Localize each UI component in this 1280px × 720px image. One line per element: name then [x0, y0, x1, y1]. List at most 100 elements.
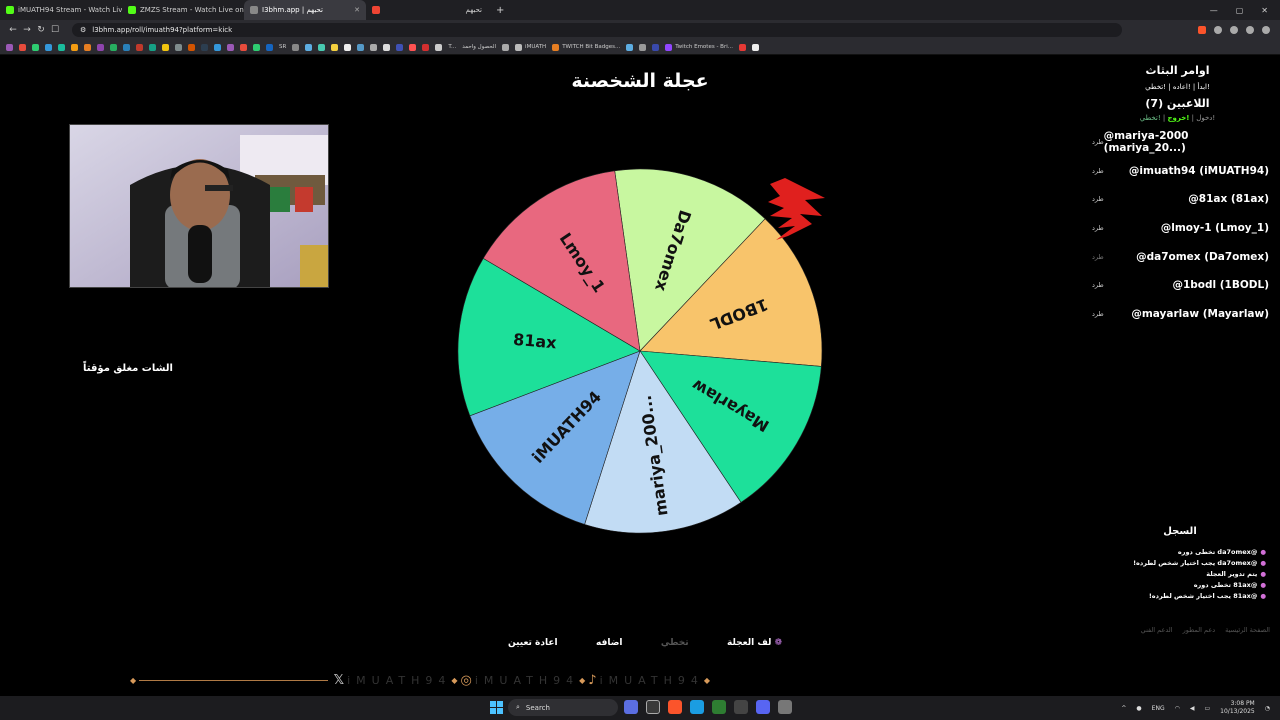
bookmark-icon[interactable]	[752, 43, 759, 51]
chevron-up-icon[interactable]: ^	[1121, 705, 1126, 712]
diamond-icon: ◆	[130, 675, 137, 685]
close-window-icon[interactable]: ✕	[1261, 6, 1268, 15]
clock[interactable]: 3:08 PM 10/13/2025	[1220, 700, 1255, 716]
bookmark-icon[interactable]	[162, 43, 169, 51]
minimize-icon[interactable]: —	[1210, 6, 1218, 15]
kick-button[interactable]: طرد	[1092, 310, 1104, 318]
language-indicator[interactable]: ENG	[1152, 705, 1165, 712]
bookmark-icon[interactable]	[331, 43, 339, 51]
notification-icon[interactable]: ◔	[1265, 705, 1270, 712]
bookmark-icon[interactable]	[45, 43, 52, 51]
bookmark-twitch-badges[interactable]: TWITCH Bit Badges...	[552, 43, 620, 51]
bookmark-icon[interactable]	[502, 43, 510, 51]
app-icon[interactable]	[712, 700, 726, 714]
kick-button[interactable]: طرد	[1092, 281, 1104, 289]
add-button[interactable]: اضافه	[588, 634, 631, 652]
tab-zmzs-stream[interactable]: ZMZS Stream - Watch Live on Kick ✕	[122, 0, 244, 20]
bookmark-imuath[interactable]: iMUATH	[515, 43, 546, 51]
bookmark-icon[interactable]	[396, 43, 404, 51]
tab-tahbhum[interactable]: تحبهم	[366, 0, 488, 20]
bookmark-icon[interactable]	[318, 43, 326, 51]
extension-icon[interactable]	[1230, 26, 1238, 34]
skip-button[interactable]: تخطي	[653, 634, 697, 652]
bookmark-icon[interactable]	[292, 43, 300, 51]
bookmark-icon[interactable]	[32, 43, 39, 51]
volume-icon[interactable]: ◀	[1190, 705, 1195, 712]
app-icon[interactable]	[690, 700, 704, 714]
wifi-icon[interactable]: ◠	[1175, 705, 1180, 712]
bookmark-icon[interactable]	[136, 43, 143, 51]
bookmark-icon[interactable]	[84, 43, 91, 51]
bookmark-icon[interactable]	[357, 43, 365, 51]
footer-link-home[interactable]: الصفحة الرئيسية	[1225, 626, 1270, 634]
taskbar-search[interactable]: ⌕ Search	[508, 699, 618, 716]
mic-icon[interactable]: ●	[1136, 705, 1141, 712]
bookmark-icon[interactable]	[435, 43, 443, 51]
bookmark-icon[interactable]	[97, 43, 104, 51]
bookmark-icon[interactable]	[626, 43, 634, 51]
bookmark-icon[interactable]	[110, 43, 117, 51]
player-row: @da7omex (Da7omex) طرد	[1080, 242, 1275, 271]
bookmark-icon[interactable]	[188, 43, 195, 51]
bookmark-icon[interactable]	[253, 43, 260, 51]
reload-icon[interactable]: ↻	[34, 25, 48, 35]
bookmark-icon[interactable]	[175, 43, 182, 51]
extension-icon[interactable]	[1214, 26, 1222, 34]
bookmark-icon[interactable]	[639, 43, 647, 51]
bookmark-icon[interactable]	[240, 43, 247, 51]
bookmark-icon[interactable]	[149, 43, 156, 51]
bookmark-icon[interactable]: ☐	[48, 25, 62, 35]
spin-wheel-button[interactable]: ❁لف العجلة	[719, 634, 790, 652]
discord-icon[interactable]	[756, 700, 770, 714]
bookmark-t[interactable]: T...	[448, 44, 456, 50]
bookmark-icon[interactable]	[227, 43, 234, 51]
app-icon[interactable]	[734, 700, 748, 714]
kick-button[interactable]: طرد	[1092, 253, 1104, 261]
battery-icon[interactable]: ▭	[1204, 705, 1210, 712]
close-icon[interactable]: ✕	[354, 6, 360, 14]
bookmark-icon[interactable]	[266, 43, 273, 51]
kick-button[interactable]: طرد	[1092, 195, 1104, 203]
footer-link-tech-support[interactable]: الدعم الفني	[1141, 626, 1173, 634]
bookmark-twitch-emotes[interactable]: Twitch Emotes - Bri...	[665, 43, 733, 51]
bookmark-ahmed[interactable]: الحصول واحمد	[462, 44, 496, 50]
tab-imuath-stream[interactable]: iMUATH94 Stream - Watch Live o ✕	[0, 0, 122, 20]
bookmark-icon[interactable]	[652, 43, 660, 51]
url-input[interactable]: ⚙ l3bhm.app/roll/imuath94?platform=kick	[72, 23, 1122, 37]
app-icon[interactable]	[624, 700, 638, 714]
kick-button[interactable]: طرد	[1092, 138, 1104, 146]
bookmark-icon[interactable]	[58, 43, 65, 51]
bookmark-icon[interactable]	[739, 43, 746, 51]
bookmark-icon[interactable]	[344, 43, 352, 51]
tab-l3bhm[interactable]: I3bhm.app | تحبهم ✕	[244, 0, 366, 20]
bookmark-icon[interactable]	[123, 43, 130, 51]
menu-icon[interactable]	[1262, 26, 1270, 34]
bookmark-icon[interactable]	[305, 43, 313, 51]
back-icon[interactable]: ←	[6, 25, 20, 35]
spin-wheel[interactable]: Da7omex1BODLMayarlawmariya_200...iMUATH9…	[440, 166, 860, 556]
bookmark-icon[interactable]	[201, 43, 208, 51]
kick-button[interactable]: طرد	[1092, 224, 1104, 232]
reset-button[interactable]: اعادة تعيين	[500, 634, 566, 652]
bookmark-icon[interactable]	[71, 43, 78, 51]
app-icon[interactable]	[646, 700, 660, 714]
extension-icon[interactable]	[1246, 26, 1254, 34]
bookmark-icon[interactable]	[422, 43, 430, 51]
new-tab-button[interactable]: +	[488, 5, 512, 16]
brave-icon[interactable]	[668, 700, 682, 714]
bookmark-icon[interactable]	[370, 43, 378, 51]
brave-shield-icon[interactable]	[1198, 26, 1206, 34]
bookmark-icon[interactable]	[6, 43, 13, 51]
bookmark-icon[interactable]	[383, 43, 391, 51]
settings-icon[interactable]	[778, 700, 792, 714]
bookmark-sr[interactable]: SR	[279, 44, 286, 50]
bookmark-icon[interactable]	[214, 43, 221, 51]
bookmark-icon[interactable]	[19, 43, 26, 51]
bookmark-icon[interactable]	[409, 43, 417, 51]
site-info-icon[interactable]: ⚙	[80, 26, 86, 34]
maximize-icon[interactable]: ▢	[1236, 6, 1244, 15]
forward-icon[interactable]: →	[20, 25, 34, 35]
footer-link-support-dev[interactable]: دعم المطور	[1183, 626, 1216, 634]
kick-button[interactable]: طرد	[1092, 167, 1104, 175]
windows-start-icon[interactable]	[490, 701, 503, 714]
